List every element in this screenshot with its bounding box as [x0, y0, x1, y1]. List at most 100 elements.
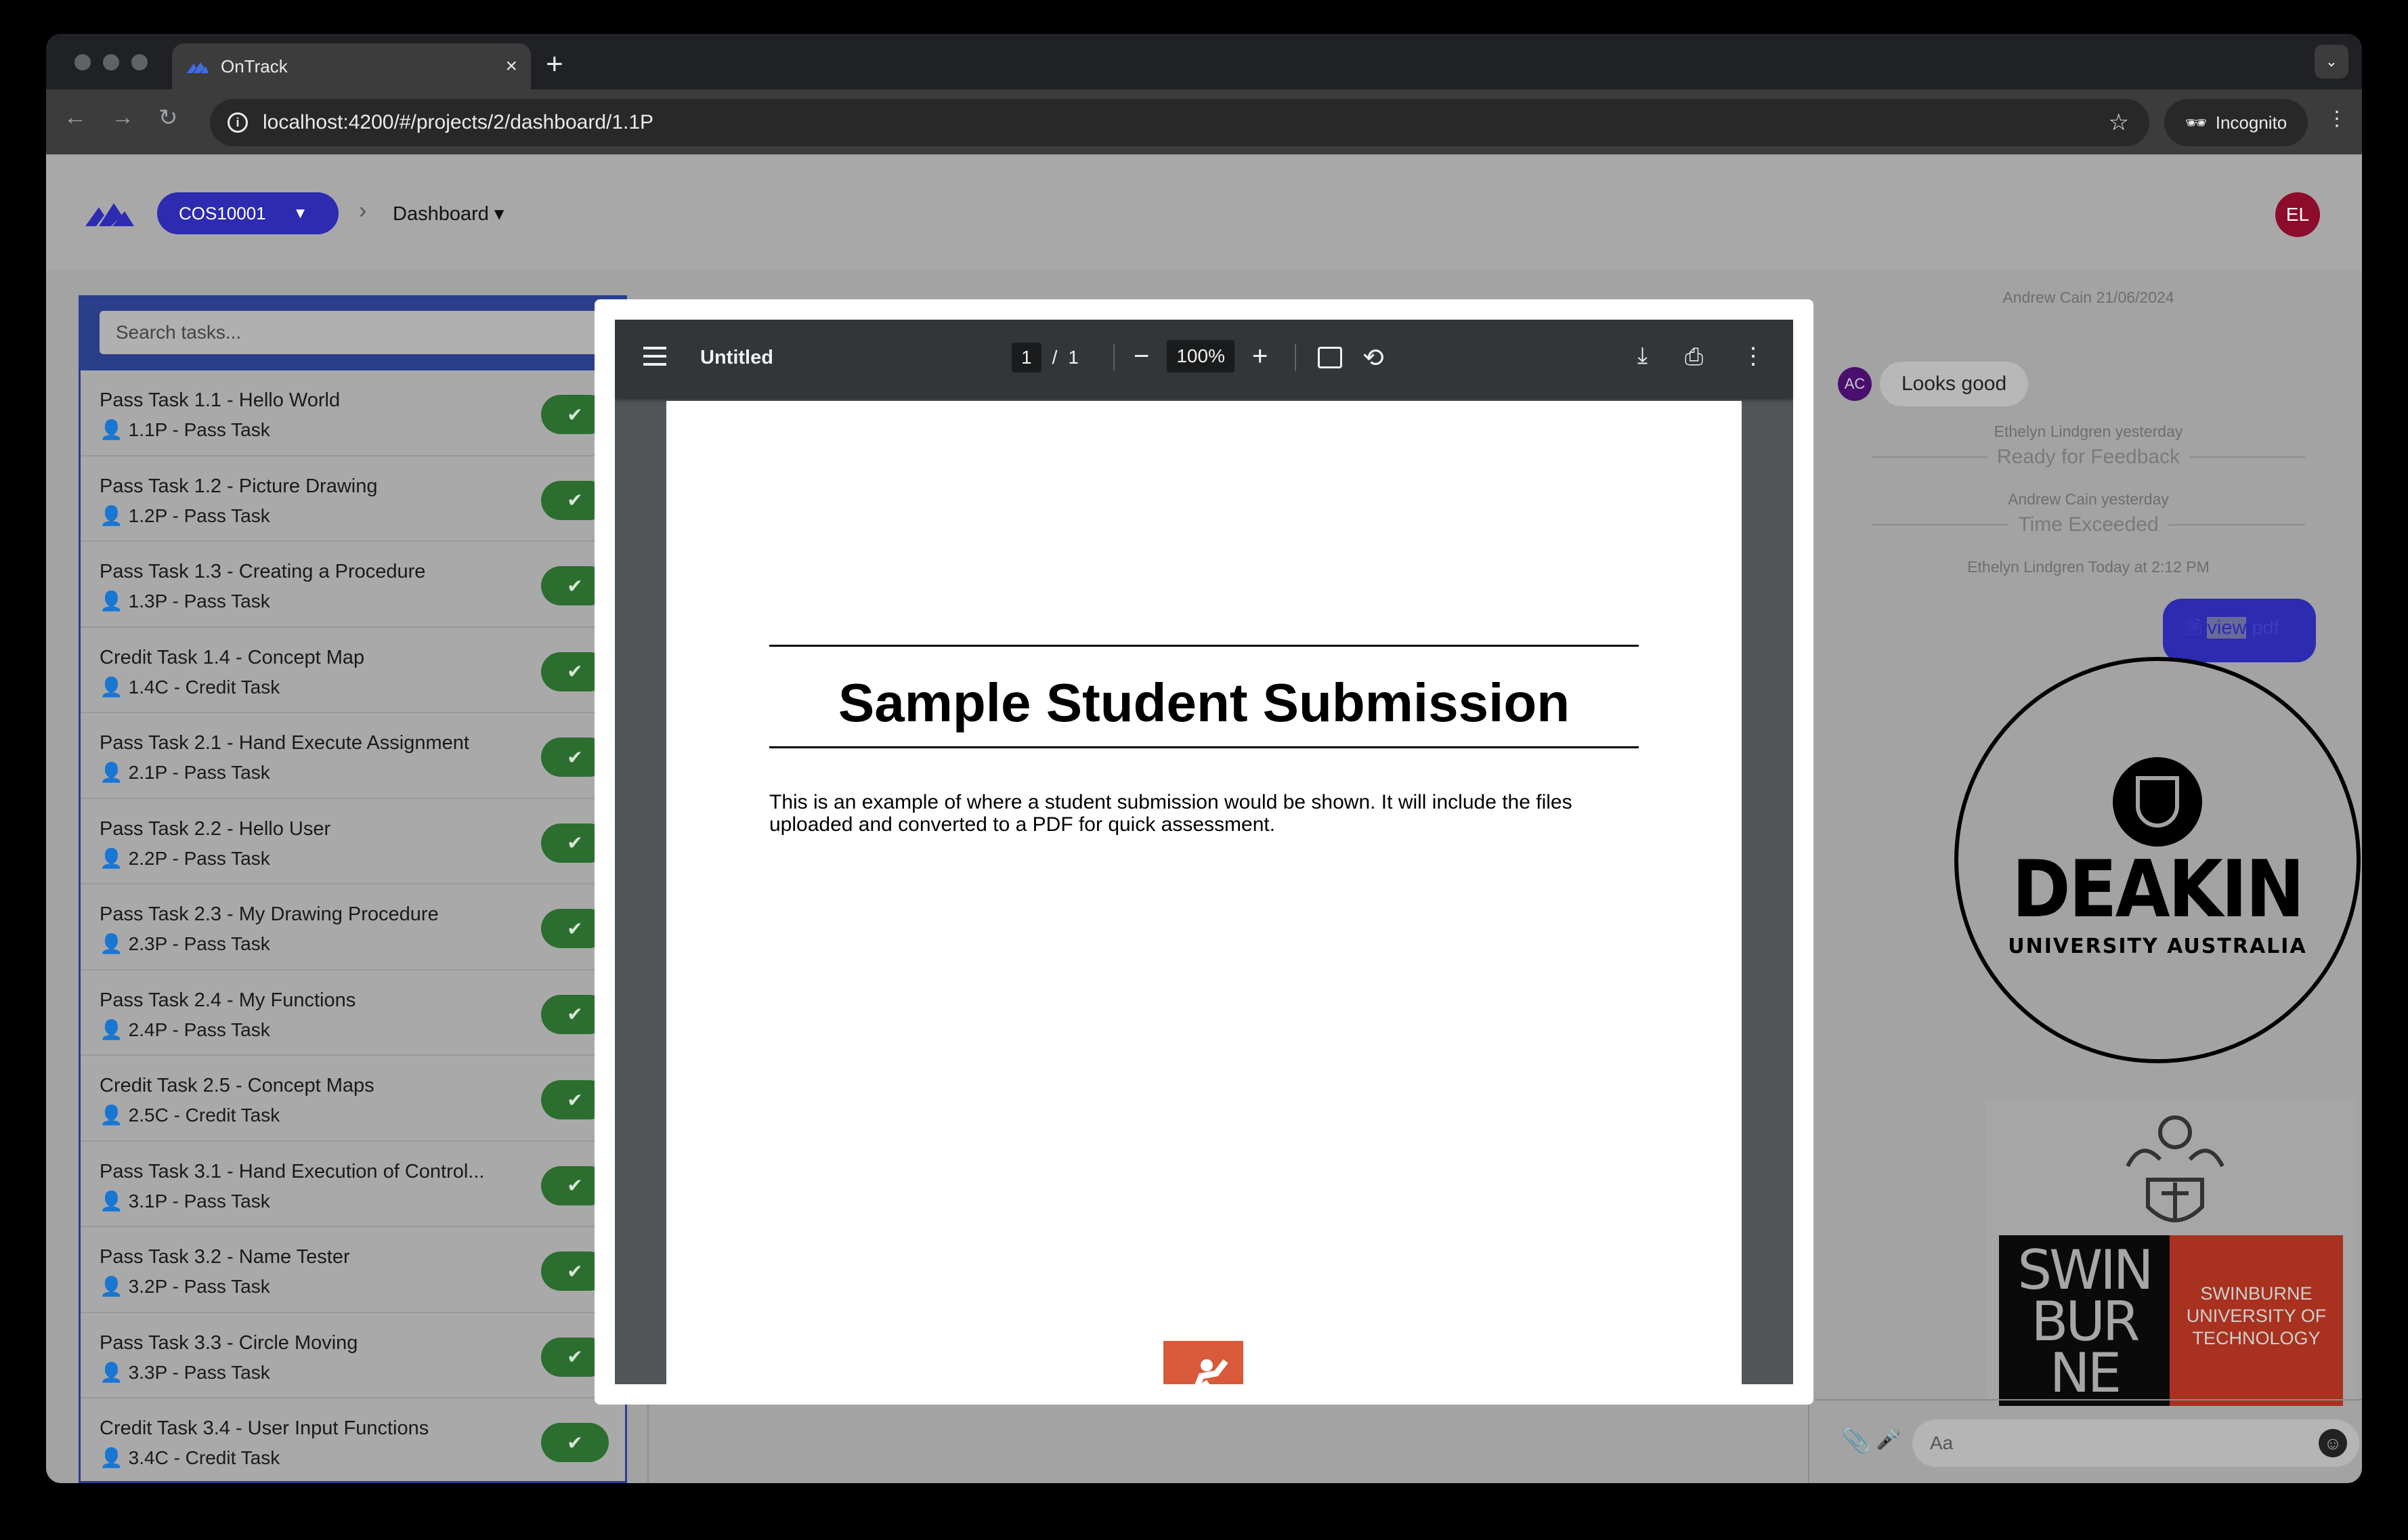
pdf-modal: Untitled 1 / 1 − 100% + ⟲ ⤓ ⎙ ⋮ Sample S…: [595, 299, 1813, 1405]
user-icon: 👤: [100, 676, 129, 698]
comment-meta: Andrew Cain yesterday: [2008, 490, 2169, 508]
task-subtitle: 👤 3.2P - Pass Task: [100, 1276, 270, 1297]
task-row[interactable]: Pass Task 3.2 - Name Tester 👤 3.2P - Pass…: [81, 1227, 625, 1313]
ontrack-logo-icon[interactable]: [84, 196, 135, 229]
incognito-label: Incognito: [2215, 112, 2287, 133]
user-icon: 👤: [100, 505, 129, 526]
rotate-icon[interactable]: ⟲: [1362, 343, 1384, 373]
zoom-controls: − 100% +: [1134, 340, 1268, 372]
user-icon: 👤: [100, 762, 129, 783]
task-complete-icon[interactable]: ✔: [541, 1423, 609, 1462]
user-icon: 👤: [100, 1361, 129, 1383]
task-row[interactable]: Pass Task 2.3 - My Drawing Procedure 👤 2.…: [81, 884, 625, 970]
user-icon: 👤: [100, 419, 129, 440]
url-text[interactable]: localhost:4200/#/projects/2/dashboard/1.…: [263, 111, 2109, 134]
breadcrumb-chevron-icon: ›: [359, 198, 367, 223]
task-subtitle: 👤 2.1P - Pass Task: [100, 762, 270, 783]
fit-page-icon[interactable]: [1318, 347, 1342, 368]
task-title: Pass Task 2.2 - Hello User: [100, 817, 331, 840]
address-bar[interactable]: i localhost:4200/#/projects/2/dashboard/…: [210, 99, 2149, 146]
unit-code: COS10001: [179, 202, 266, 223]
pdf-page: Sample Student Submission This is an exa…: [666, 401, 1742, 1384]
user-avatar[interactable]: EL: [2275, 192, 2320, 237]
emoji-icon[interactable]: ☺: [2319, 1429, 2347, 1457]
task-subtitle: 👤 3.4C - Credit Task: [100, 1447, 280, 1468]
ontrack-app: COS10001 ▼ › Dashboard ▾ EL Search tasks…: [46, 154, 2362, 1483]
task-title: Pass Task 1.1 - Hello World: [100, 389, 341, 411]
new-tab-button[interactable]: +: [546, 47, 563, 81]
user-icon: 👤: [100, 1105, 129, 1126]
zoom-out-icon[interactable]: −: [1134, 341, 1149, 372]
download-icon[interactable]: ⤓: [1637, 343, 1648, 369]
unit-selector-button[interactable]: COS10001 ▼: [157, 192, 339, 234]
task-row[interactable]: Pass Task 1.1 - Hello World 👤 1.1P - Pass…: [81, 370, 625, 456]
comment-input[interactable]: Aa ☺: [1912, 1419, 2359, 1467]
toolbar-divider: [1113, 344, 1115, 371]
hamburger-menu-icon[interactable]: [643, 347, 666, 371]
user-icon: 👤: [100, 847, 129, 869]
page-total: 1: [1068, 347, 1079, 368]
view-pdf-link-suffix[interactable]: pdf: [2246, 617, 2279, 639]
task-subtitle: 👤 1.2P - Pass Task: [100, 505, 270, 526]
document-heading: Sample Student Submission: [838, 672, 1570, 733]
swinburne-logo-word: SWIN BUR NE: [1999, 1235, 2170, 1406]
task-search-input[interactable]: Search tasks...: [100, 311, 614, 354]
tab-close-icon[interactable]: ×: [505, 55, 517, 78]
divider: [769, 746, 1639, 748]
task-row[interactable]: Pass Task 2.4 - My Functions 👤 2.4P - Pas…: [81, 970, 625, 1056]
app-header: COS10001 ▼ › Dashboard ▾ EL: [46, 154, 2362, 270]
window-controls[interactable]: [74, 54, 148, 70]
task-row[interactable]: Pass Task 1.2 - Picture Drawing 👤 1.2P - …: [81, 456, 625, 542]
print-icon[interactable]: ⎙: [1685, 344, 1703, 370]
swinburne-crest-icon: [2126, 1115, 2224, 1222]
task-row[interactable]: Credit Task 1.4 - Concept Map 👤 1.4C - Cr…: [81, 628, 625, 713]
task-title: Credit Task 3.4 - User Input Functions: [100, 1417, 429, 1439]
task-row[interactable]: Pass Task 2.1 - Hand Execute Assignment 👤…: [81, 713, 625, 799]
task-row[interactable]: Credit Task 3.4 - User Input Functions 👤 …: [81, 1398, 625, 1481]
page-number-input[interactable]: 1: [1012, 343, 1041, 372]
deakin-logo-sub: UNIVERSITY AUSTRALIA: [2008, 935, 2307, 958]
page-indicator: 1 / 1: [1012, 343, 1079, 372]
browser-tab[interactable]: OnTrack ×: [172, 43, 531, 89]
bookmark-star-icon[interactable]: ☆: [2109, 109, 2129, 136]
comment-input-placeholder: Aa: [1930, 1432, 1954, 1453]
microphone-icon[interactable]: 🎤: [1876, 1428, 1901, 1451]
task-title: Pass Task 3.1 - Hand Execution of Contro…: [100, 1160, 485, 1182]
tab-strip: OnTrack × + ⌄: [46, 34, 2362, 89]
file-icon: 🗎: [2186, 617, 2208, 639]
task-row[interactable]: Pass Task 2.2 - Hello User 👤 2.2P - Pass …: [81, 799, 625, 884]
task-row[interactable]: Pass Task 1.3 - Creating a Procedure 👤 1.…: [81, 542, 625, 628]
task-row[interactable]: Pass Task 3.1 - Hand Execution of Contro…: [81, 1142, 625, 1227]
caret-down-icon: ▼: [293, 205, 308, 221]
task-subtitle: 👤 1.1P - Pass Task: [100, 419, 270, 440]
reload-icon[interactable]: ↻: [158, 104, 178, 131]
zoom-level-input[interactable]: 100%: [1167, 340, 1234, 372]
task-subtitle: 👤 2.4P - Pass Task: [100, 1019, 270, 1040]
incognito-badge[interactable]: 🕶 Incognito: [2164, 99, 2308, 146]
dashboard-dropdown[interactable]: Dashboard ▾: [393, 202, 504, 226]
task-title: Credit Task 2.5 - Concept Maps: [100, 1075, 374, 1096]
browser-toolbar: ← → ↻ i localhost:4200/#/projects/2/dash…: [46, 89, 2362, 154]
task-row[interactable]: Credit Task 2.5 - Concept Maps 👤 2.5C - C…: [81, 1056, 625, 1142]
status-change-line: Time Exceeded: [1862, 513, 2315, 536]
swinburne-logo-sub: SWINBURNE UNIVERSITY OF TECHNOLOGY: [2170, 1235, 2343, 1406]
comment-meta: Ethelyn Lindgren yesterday: [1994, 423, 2183, 440]
comment-composer: 📎 🎤 Aa ☺: [1815, 1399, 2362, 1483]
view-pdf-bubble[interactable]: 🗎 view pdf: [2163, 599, 2316, 662]
task-row[interactable]: Pass Task 3.3 - Circle Moving 👤 3.3P - Pa…: [81, 1313, 625, 1398]
site-info-icon[interactable]: i: [228, 112, 248, 133]
document-body: This is an example of where a student su…: [769, 791, 1572, 836]
browser-menu-icon[interactable]: ⋮: [2327, 107, 2347, 131]
forward-icon[interactable]: →: [111, 104, 134, 131]
pdf-toolbar: Untitled 1 / 1 − 100% + ⟲ ⤓ ⎙ ⋮: [615, 320, 1793, 398]
back-icon[interactable]: ←: [64, 104, 87, 131]
task-list-panel: Search tasks... Pass Task 1.1 - Hello Wo…: [79, 295, 627, 1483]
deakin-logo-word: DEAKIN: [2012, 844, 2304, 935]
more-options-icon[interactable]: ⋮: [1742, 343, 1765, 370]
deakin-shield-icon: [2113, 757, 2202, 847]
zoom-in-icon[interactable]: +: [1252, 341, 1268, 372]
tab-search-icon[interactable]: ⌄: [2315, 45, 2348, 79]
comments-panel: Andrew Cain 21/06/2024 AC Looks good Eth…: [1815, 283, 2362, 1483]
attach-icon[interactable]: 📎: [1842, 1428, 1870, 1455]
view-pdf-link[interactable]: view: [2207, 617, 2247, 639]
